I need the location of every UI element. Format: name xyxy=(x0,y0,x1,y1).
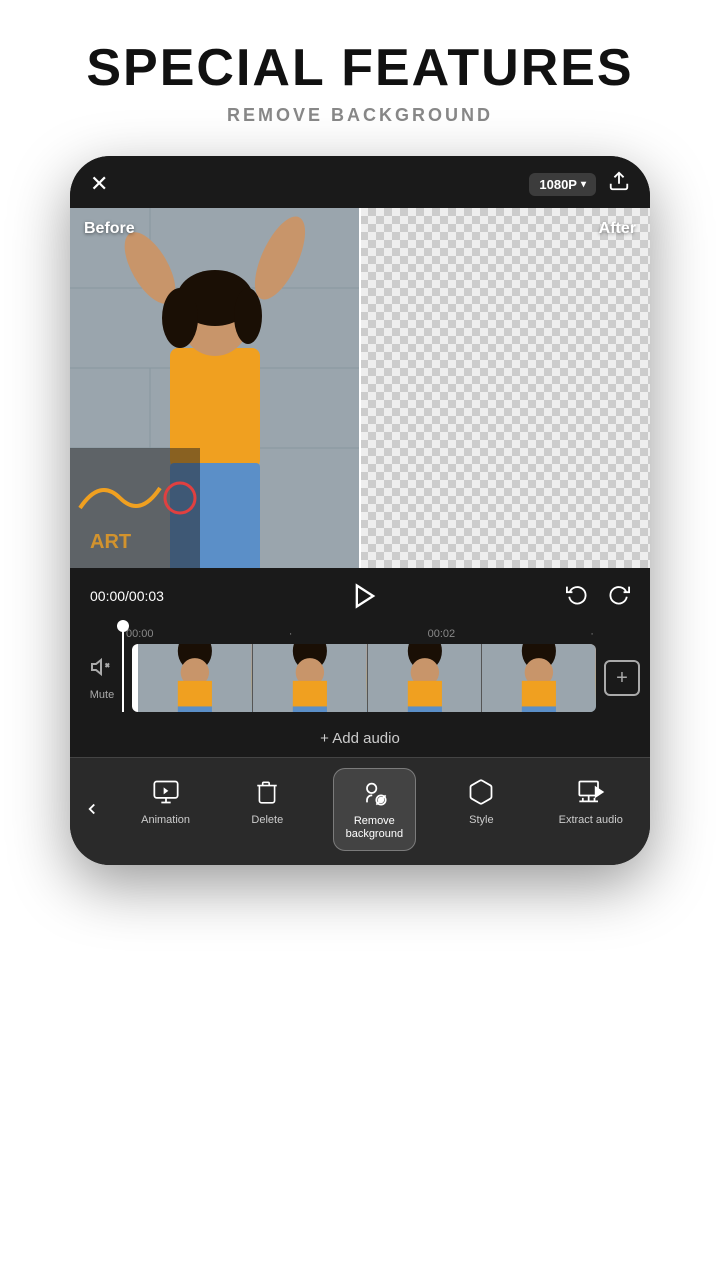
toolbar-item-extract-audio[interactable]: Extract audio xyxy=(547,768,635,850)
add-audio-row[interactable]: + Add audio xyxy=(70,720,650,757)
timeline-strip: Mute xyxy=(70,644,650,712)
time-display: 00:00/00:03 xyxy=(90,588,164,604)
extract-audio-label: Extract audio xyxy=(559,814,623,827)
add-clip-button[interactable]: + xyxy=(604,660,640,696)
remove-bg-icon xyxy=(358,777,390,809)
phone-body: ✕ 1080P Before xyxy=(70,156,650,864)
preview-divider xyxy=(359,208,361,568)
before-label: Before xyxy=(84,220,135,238)
toolbar-back-button[interactable] xyxy=(70,779,114,839)
toolbar-scroll: Animation Delete xyxy=(70,768,650,850)
remove-background-label: Removebackground xyxy=(346,815,404,841)
toolbar-item-style[interactable]: Style xyxy=(446,768,516,850)
phone-mockup: ✕ 1080P Before xyxy=(0,156,720,864)
mute-button[interactable]: Mute xyxy=(80,655,124,701)
delete-icon xyxy=(251,776,283,808)
marker-dot-1: · xyxy=(289,628,293,640)
toolbar-items: Animation Delete xyxy=(114,768,650,850)
before-half: Before xyxy=(70,208,360,568)
play-button[interactable] xyxy=(347,578,383,614)
style-label: Style xyxy=(469,814,493,827)
toolbar-item-delete[interactable]: Delete xyxy=(232,768,302,850)
playhead[interactable] xyxy=(122,624,124,712)
marker-2: 00:02 xyxy=(428,628,456,640)
mute-icon xyxy=(90,655,114,685)
redo-button[interactable] xyxy=(608,583,630,610)
checkerboard-bg xyxy=(360,208,650,568)
undo-button[interactable] xyxy=(566,583,588,610)
controls-row: 00:00/00:03 xyxy=(70,568,650,624)
animation-icon xyxy=(150,776,182,808)
toolbar-item-remove-background[interactable]: Removebackground xyxy=(333,768,417,850)
resolution-badge[interactable]: 1080P xyxy=(529,173,596,196)
filmstrip-frame-1 xyxy=(138,644,253,712)
page-header: SPECIAL FEATURES REMOVE BACKGROUND xyxy=(0,0,720,146)
close-button[interactable]: ✕ xyxy=(90,171,108,197)
before-image: ART xyxy=(70,208,360,568)
add-audio-label: + Add audio xyxy=(320,730,400,747)
page-title: SPECIAL FEATURES xyxy=(20,40,700,97)
preview-area: Before xyxy=(70,208,650,568)
delete-label: Delete xyxy=(251,814,283,827)
timeline-markers: 00:00 · 00:02 · xyxy=(70,624,650,644)
marker-0: 00:00 xyxy=(126,628,154,640)
toolbar-item-animation[interactable]: Animation xyxy=(129,768,202,850)
topbar-right: 1080P xyxy=(529,170,630,198)
page-subtitle: REMOVE BACKGROUND xyxy=(20,105,700,126)
filmstrip-frame-4 xyxy=(482,644,596,712)
bottom-toolbar: Animation Delete xyxy=(70,757,650,864)
after-half: After xyxy=(360,208,650,568)
playback-controls xyxy=(566,583,630,610)
animation-label: Animation xyxy=(141,814,190,827)
filmstrip xyxy=(132,644,596,712)
filmstrip-frame-2 xyxy=(253,644,368,712)
filmstrip-frame-3 xyxy=(368,644,483,712)
style-icon xyxy=(465,776,497,808)
svg-text:ART: ART xyxy=(90,531,131,553)
mute-label: Mute xyxy=(90,689,114,701)
marker-dot-2: · xyxy=(590,628,594,640)
extract-audio-icon xyxy=(575,776,607,808)
phone-topbar: ✕ 1080P xyxy=(70,156,650,208)
after-label: After xyxy=(599,220,636,238)
timeline-area: 00:00 · 00:02 · Mute xyxy=(70,624,650,720)
upload-button[interactable] xyxy=(608,170,630,198)
